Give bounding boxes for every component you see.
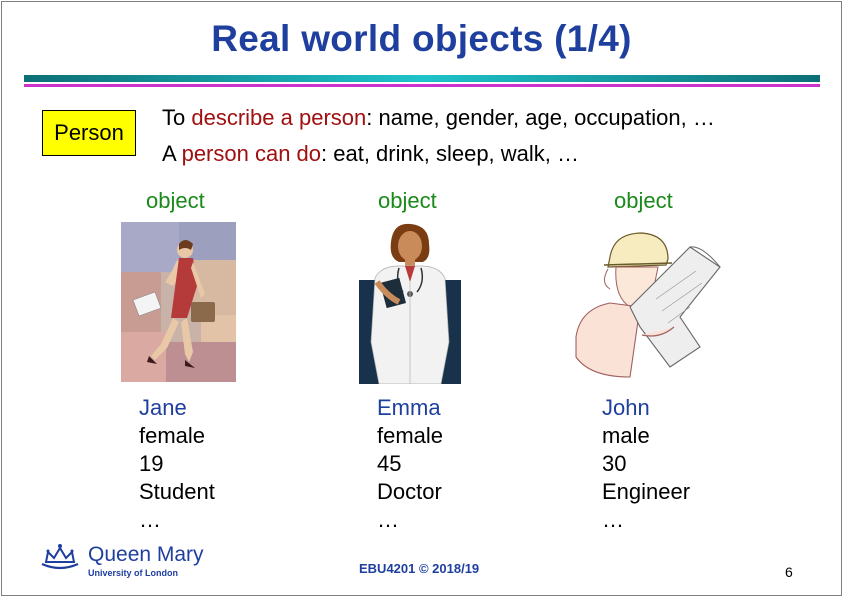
object-ellipsis: … bbox=[377, 507, 399, 532]
woman-walking-picture bbox=[121, 222, 236, 382]
object-occupation: Engineer bbox=[602, 479, 691, 504]
object-name: Emma bbox=[377, 395, 441, 420]
object-label-emma: object bbox=[378, 188, 437, 213]
description-behaviours-highlight: person can do bbox=[181, 141, 322, 166]
institution-name: Queen Mary bbox=[88, 543, 204, 566]
object-age: 19 bbox=[139, 451, 164, 476]
object-age: 45 bbox=[377, 451, 402, 476]
slide: Real world objects (1/4) Person To descr… bbox=[1, 1, 842, 596]
slide-title: Real world objects (1/4) bbox=[211, 18, 632, 59]
queen-mary-logo: Queen Mary University of London bbox=[38, 542, 204, 578]
class-box-person: Person bbox=[42, 110, 136, 156]
object-info-emma: Emma female 45 Doctor … bbox=[377, 394, 443, 534]
object-name: Jane bbox=[139, 395, 187, 420]
description-behaviours: A person can do: eat, drink, sleep, walk… bbox=[162, 141, 579, 167]
crown-icon bbox=[41, 544, 79, 570]
object-occupation: Student bbox=[139, 479, 215, 504]
description-attributes-highlight: describe a person bbox=[191, 105, 367, 130]
description-attributes-prefix: To bbox=[162, 105, 192, 130]
course-code: EBU4201 © 2018/19 bbox=[359, 561, 480, 576]
title-divider-teal bbox=[24, 75, 820, 82]
description-attributes: To describe a person: name, gender, age,… bbox=[162, 105, 715, 131]
object-gender: female bbox=[139, 423, 206, 448]
doctor-picture bbox=[359, 223, 461, 384]
institution-subtitle: University of London bbox=[88, 568, 178, 578]
object-age: 30 bbox=[602, 451, 627, 476]
object-info-john: John male 30 Engineer … bbox=[602, 394, 690, 534]
description-attributes-rest: : name, gender, age, occupation, … bbox=[366, 105, 715, 130]
object-gender: male bbox=[602, 423, 650, 448]
description-behaviours-prefix: A bbox=[162, 141, 182, 166]
object-ellipsis: … bbox=[602, 507, 624, 532]
object-info-jane: Jane female 19 Student … bbox=[139, 394, 215, 534]
object-ellipsis: … bbox=[139, 507, 161, 532]
object-gender: female bbox=[377, 423, 444, 448]
engineer-picture bbox=[575, 232, 721, 378]
object-name: John bbox=[602, 395, 650, 420]
object-label-jane: object bbox=[146, 188, 205, 213]
object-label-john: object bbox=[614, 188, 673, 213]
page-number: 6 bbox=[785, 564, 793, 580]
object-occupation: Doctor bbox=[377, 479, 442, 504]
title-divider-purple bbox=[24, 84, 820, 87]
description-behaviours-rest: : eat, drink, sleep, walk, … bbox=[321, 141, 580, 166]
